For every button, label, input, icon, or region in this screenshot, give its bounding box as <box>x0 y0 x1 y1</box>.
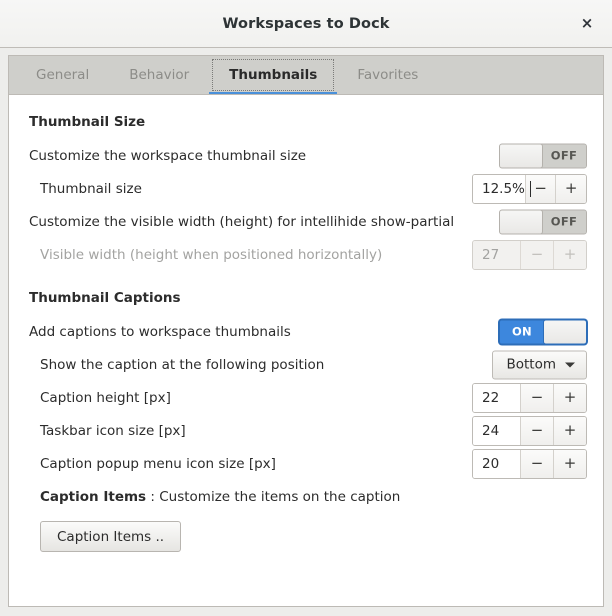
switch-customize-visible-width[interactable]: OFF <box>499 209 587 234</box>
thumbnail-size-increment-button[interactable]: + <box>555 174 586 203</box>
row-add-captions-control: ON <box>499 319 587 344</box>
close-icon[interactable]: × <box>570 7 604 41</box>
spinbutton-visible-width: 27 − + <box>472 239 587 270</box>
title-bar: Workspaces to Dock × <box>0 0 612 48</box>
caption-items-button[interactable]: Caption Items .. <box>40 521 182 552</box>
row-popup-icon-size: Caption popup menu icon size [px] 20 − + <box>29 447 587 480</box>
visible-width-input: 27 <box>473 240 520 269</box>
tab-favorites-label: Favorites <box>357 67 419 83</box>
tab-thumbnails[interactable]: Thumbnails <box>209 56 338 95</box>
row-add-captions: Add captions to workspace thumbnails ON <box>29 315 587 348</box>
switch-customize-thumbnail-size[interactable]: OFF <box>499 143 587 168</box>
taskbar-icon-size-input[interactable]: 24 <box>473 416 520 445</box>
row-caption-position-label: Show the caption at the following positi… <box>40 356 325 373</box>
switch-knob <box>500 210 543 233</box>
section-heading-thumbnail-captions: Thumbnail Captions <box>29 290 181 306</box>
preferences-window: Workspaces to Dock × General Behavior Th… <box>0 0 612 616</box>
row-customize-thumbnail-size: Customize the workspace thumbnail size O… <box>29 139 587 172</box>
row-popup-icon-size-control: 20 − + <box>472 448 587 479</box>
row-customize-visible-width-label: Customize the visible width (height) for… <box>29 213 455 230</box>
section-heading-thumbnail-size: Thumbnail Size <box>29 114 146 130</box>
row-taskbar-icon-size: Taskbar icon size [px] 24 − + <box>29 414 587 447</box>
row-caption-position: Show the caption at the following positi… <box>29 348 587 381</box>
switch-add-captions[interactable]: ON <box>499 319 587 344</box>
row-thumbnail-size-label: Thumbnail size <box>40 180 142 197</box>
row-add-captions-label: Add captions to workspace thumbnails <box>29 323 291 340</box>
caption-height-increment-button[interactable]: + <box>553 383 586 412</box>
row-thumbnail-size-control: 12.5% − + <box>472 173 587 204</box>
spinbutton-thumbnail-size[interactable]: 12.5% − + <box>472 173 587 204</box>
switch-state-label: ON <box>500 320 544 343</box>
row-visible-width-value-control: 27 − + <box>472 239 587 270</box>
switch-state-label: OFF <box>542 144 586 167</box>
row-thumbnail-size: Thumbnail size 12.5% − + <box>29 172 587 205</box>
spinbutton-popup-icon-size[interactable]: 20 − + <box>472 448 587 479</box>
row-visible-width-value-label: Visible width (height when positioned ho… <box>40 246 383 263</box>
row-caption-position-control: Bottom <box>492 350 587 379</box>
caption-height-input[interactable]: 22 <box>473 383 520 412</box>
visible-width-increment-button: + <box>553 240 586 269</box>
row-caption-height-label: Caption height [px] <box>40 389 171 406</box>
caption-items-rest-text: : Customize the items on the caption <box>146 488 401 505</box>
row-caption-items-description: Caption Items : Customize the items on t… <box>29 480 587 513</box>
caption-items-button-row: Caption Items .. <box>29 521 587 552</box>
spinbutton-caption-height[interactable]: 22 − + <box>472 382 587 413</box>
row-popup-icon-size-label: Caption popup menu icon size [px] <box>40 455 276 472</box>
thumbnail-size-input[interactable]: 12.5% <box>473 174 531 203</box>
row-customize-visible-width: Customize the visible width (height) for… <box>29 205 587 238</box>
switch-knob <box>543 320 586 343</box>
tab-bar: General Behavior Thumbnails Favorites <box>8 55 604 95</box>
row-caption-height: Caption height [px] 22 − + <box>29 381 587 414</box>
visible-width-decrement-button: − <box>520 240 553 269</box>
switch-knob <box>500 144 543 167</box>
tab-general[interactable]: General <box>16 56 109 94</box>
tab-behavior-label: Behavior <box>129 67 190 83</box>
dropdown-caption-position-value: Bottom <box>506 356 556 373</box>
caption-items-bold-text: Caption Items <box>40 488 147 505</box>
tab-general-label: General <box>36 67 90 83</box>
switch-state-label: OFF <box>542 210 586 233</box>
tab-behavior[interactable]: Behavior <box>109 56 209 94</box>
notebook: General Behavior Thumbnails Favorites Th… <box>0 48 612 616</box>
tab-favorites[interactable]: Favorites <box>337 56 438 94</box>
row-customize-visible-width-control: OFF <box>499 209 587 234</box>
popup-icon-size-increment-button[interactable]: + <box>553 449 586 478</box>
taskbar-icon-size-increment-button[interactable]: + <box>553 416 586 445</box>
window-title: Workspaces to Dock <box>222 15 390 32</box>
caption-height-decrement-button[interactable]: − <box>520 383 553 412</box>
row-customize-thumbnail-size-control: OFF <box>499 143 587 168</box>
taskbar-icon-size-decrement-button[interactable]: − <box>520 416 553 445</box>
settings-list: Thumbnail Size Customize the workspace t… <box>9 95 603 562</box>
tab-page-thumbnails: Thumbnail Size Customize the workspace t… <box>8 94 604 607</box>
row-visible-width-value: Visible width (height when positioned ho… <box>29 238 587 271</box>
row-caption-items-description-label: Caption Items : Customize the items on t… <box>29 489 400 505</box>
popup-icon-size-input[interactable]: 20 <box>473 449 520 478</box>
chevron-down-icon <box>565 362 575 367</box>
row-taskbar-icon-size-control: 24 − + <box>472 415 587 446</box>
row-caption-height-control: 22 − + <box>472 382 587 413</box>
spinbutton-taskbar-icon-size[interactable]: 24 − + <box>472 415 587 446</box>
popup-icon-size-decrement-button[interactable]: − <box>520 449 553 478</box>
row-taskbar-icon-size-label: Taskbar icon size [px] <box>40 422 186 439</box>
row-customize-thumbnail-size-label: Customize the workspace thumbnail size <box>29 147 307 164</box>
dropdown-caption-position[interactable]: Bottom <box>492 350 587 379</box>
tab-thumbnails-label: Thumbnails <box>229 67 318 83</box>
